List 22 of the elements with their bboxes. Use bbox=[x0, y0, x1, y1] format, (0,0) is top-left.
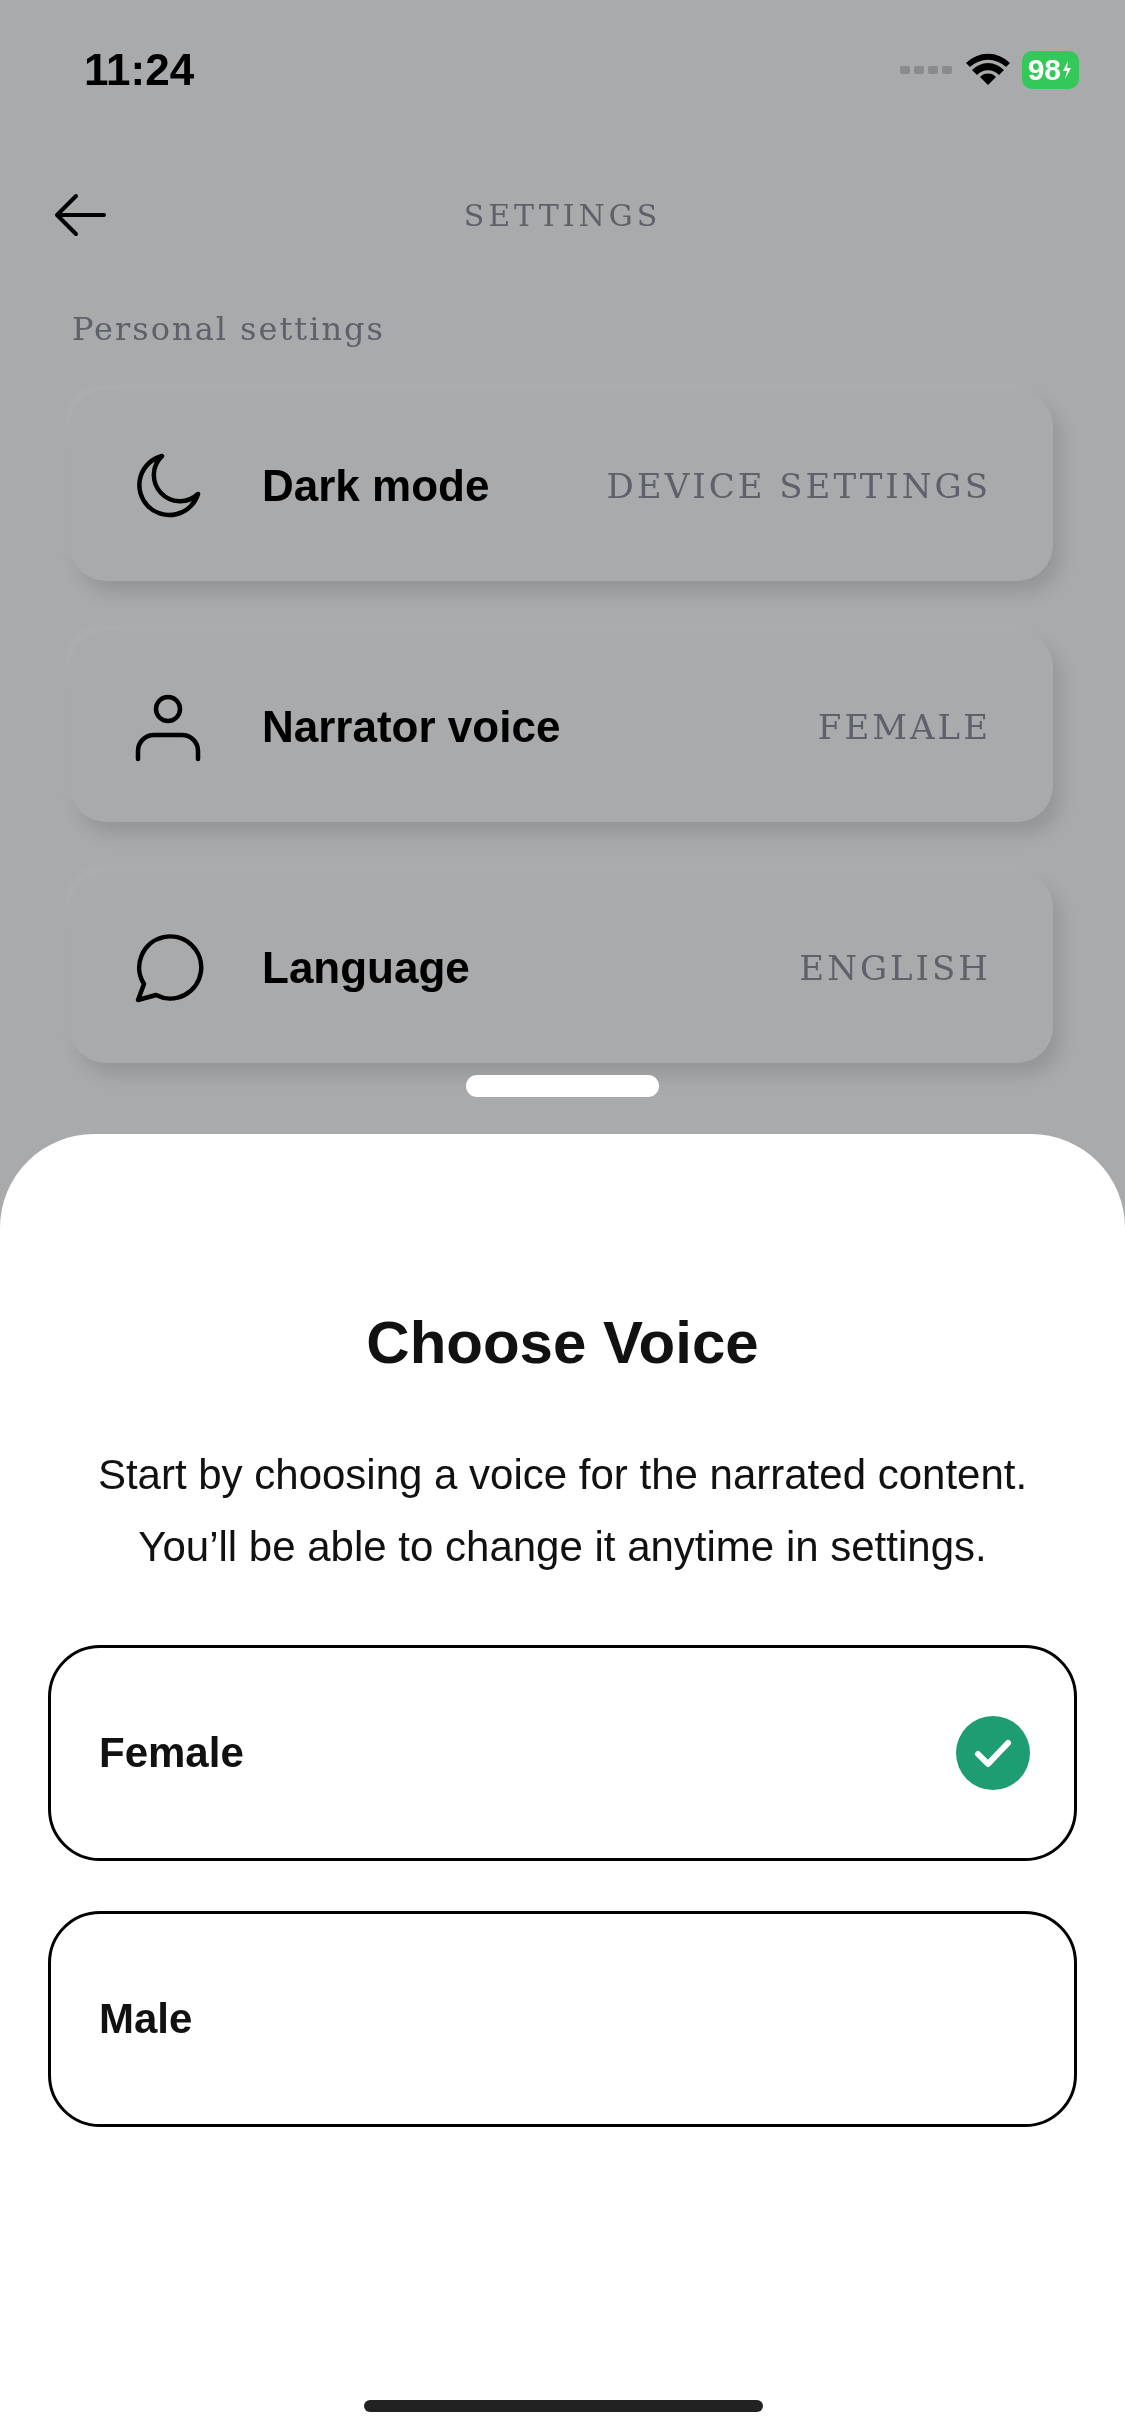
back-arrow-icon[interactable] bbox=[54, 193, 106, 237]
sheet-title: Choose Voice bbox=[366, 1308, 759, 1377]
battery-icon: 98 bbox=[1021, 51, 1079, 89]
voice-option[interactable]: Female bbox=[48, 1645, 1077, 1861]
settings-row[interactable]: Language ENGLISH bbox=[70, 872, 1053, 1063]
section-label: Personal settings bbox=[71, 309, 386, 350]
setting-value: FEMALE bbox=[817, 706, 991, 747]
sheet-handle[interactable] bbox=[466, 1075, 659, 1097]
check-icon bbox=[956, 1716, 1030, 1790]
setting-label: Language bbox=[262, 942, 471, 993]
status-time: 11:24 bbox=[84, 45, 195, 95]
settings-row[interactable]: Narrator voice FEMALE bbox=[70, 631, 1053, 822]
setting-label: Dark mode bbox=[262, 460, 491, 511]
setting-value: DEVICE SETTINGS bbox=[606, 465, 991, 506]
setting-label: Narrator voice bbox=[262, 701, 562, 752]
settings-row[interactable]: Dark mode DEVICE SETTINGS bbox=[70, 390, 1053, 581]
setting-value: ENGLISH bbox=[799, 947, 991, 988]
sheet-description: Start by choosing a voice for the narrated content. You’ll be able to change it anytime in settings. bbox=[96, 1450, 1029, 1572]
wifi-icon bbox=[965, 53, 1010, 87]
page-title: SETTINGS bbox=[463, 197, 662, 233]
voice-option[interactable]: Male bbox=[48, 1911, 1077, 2127]
signal-icon bbox=[899, 64, 954, 76]
